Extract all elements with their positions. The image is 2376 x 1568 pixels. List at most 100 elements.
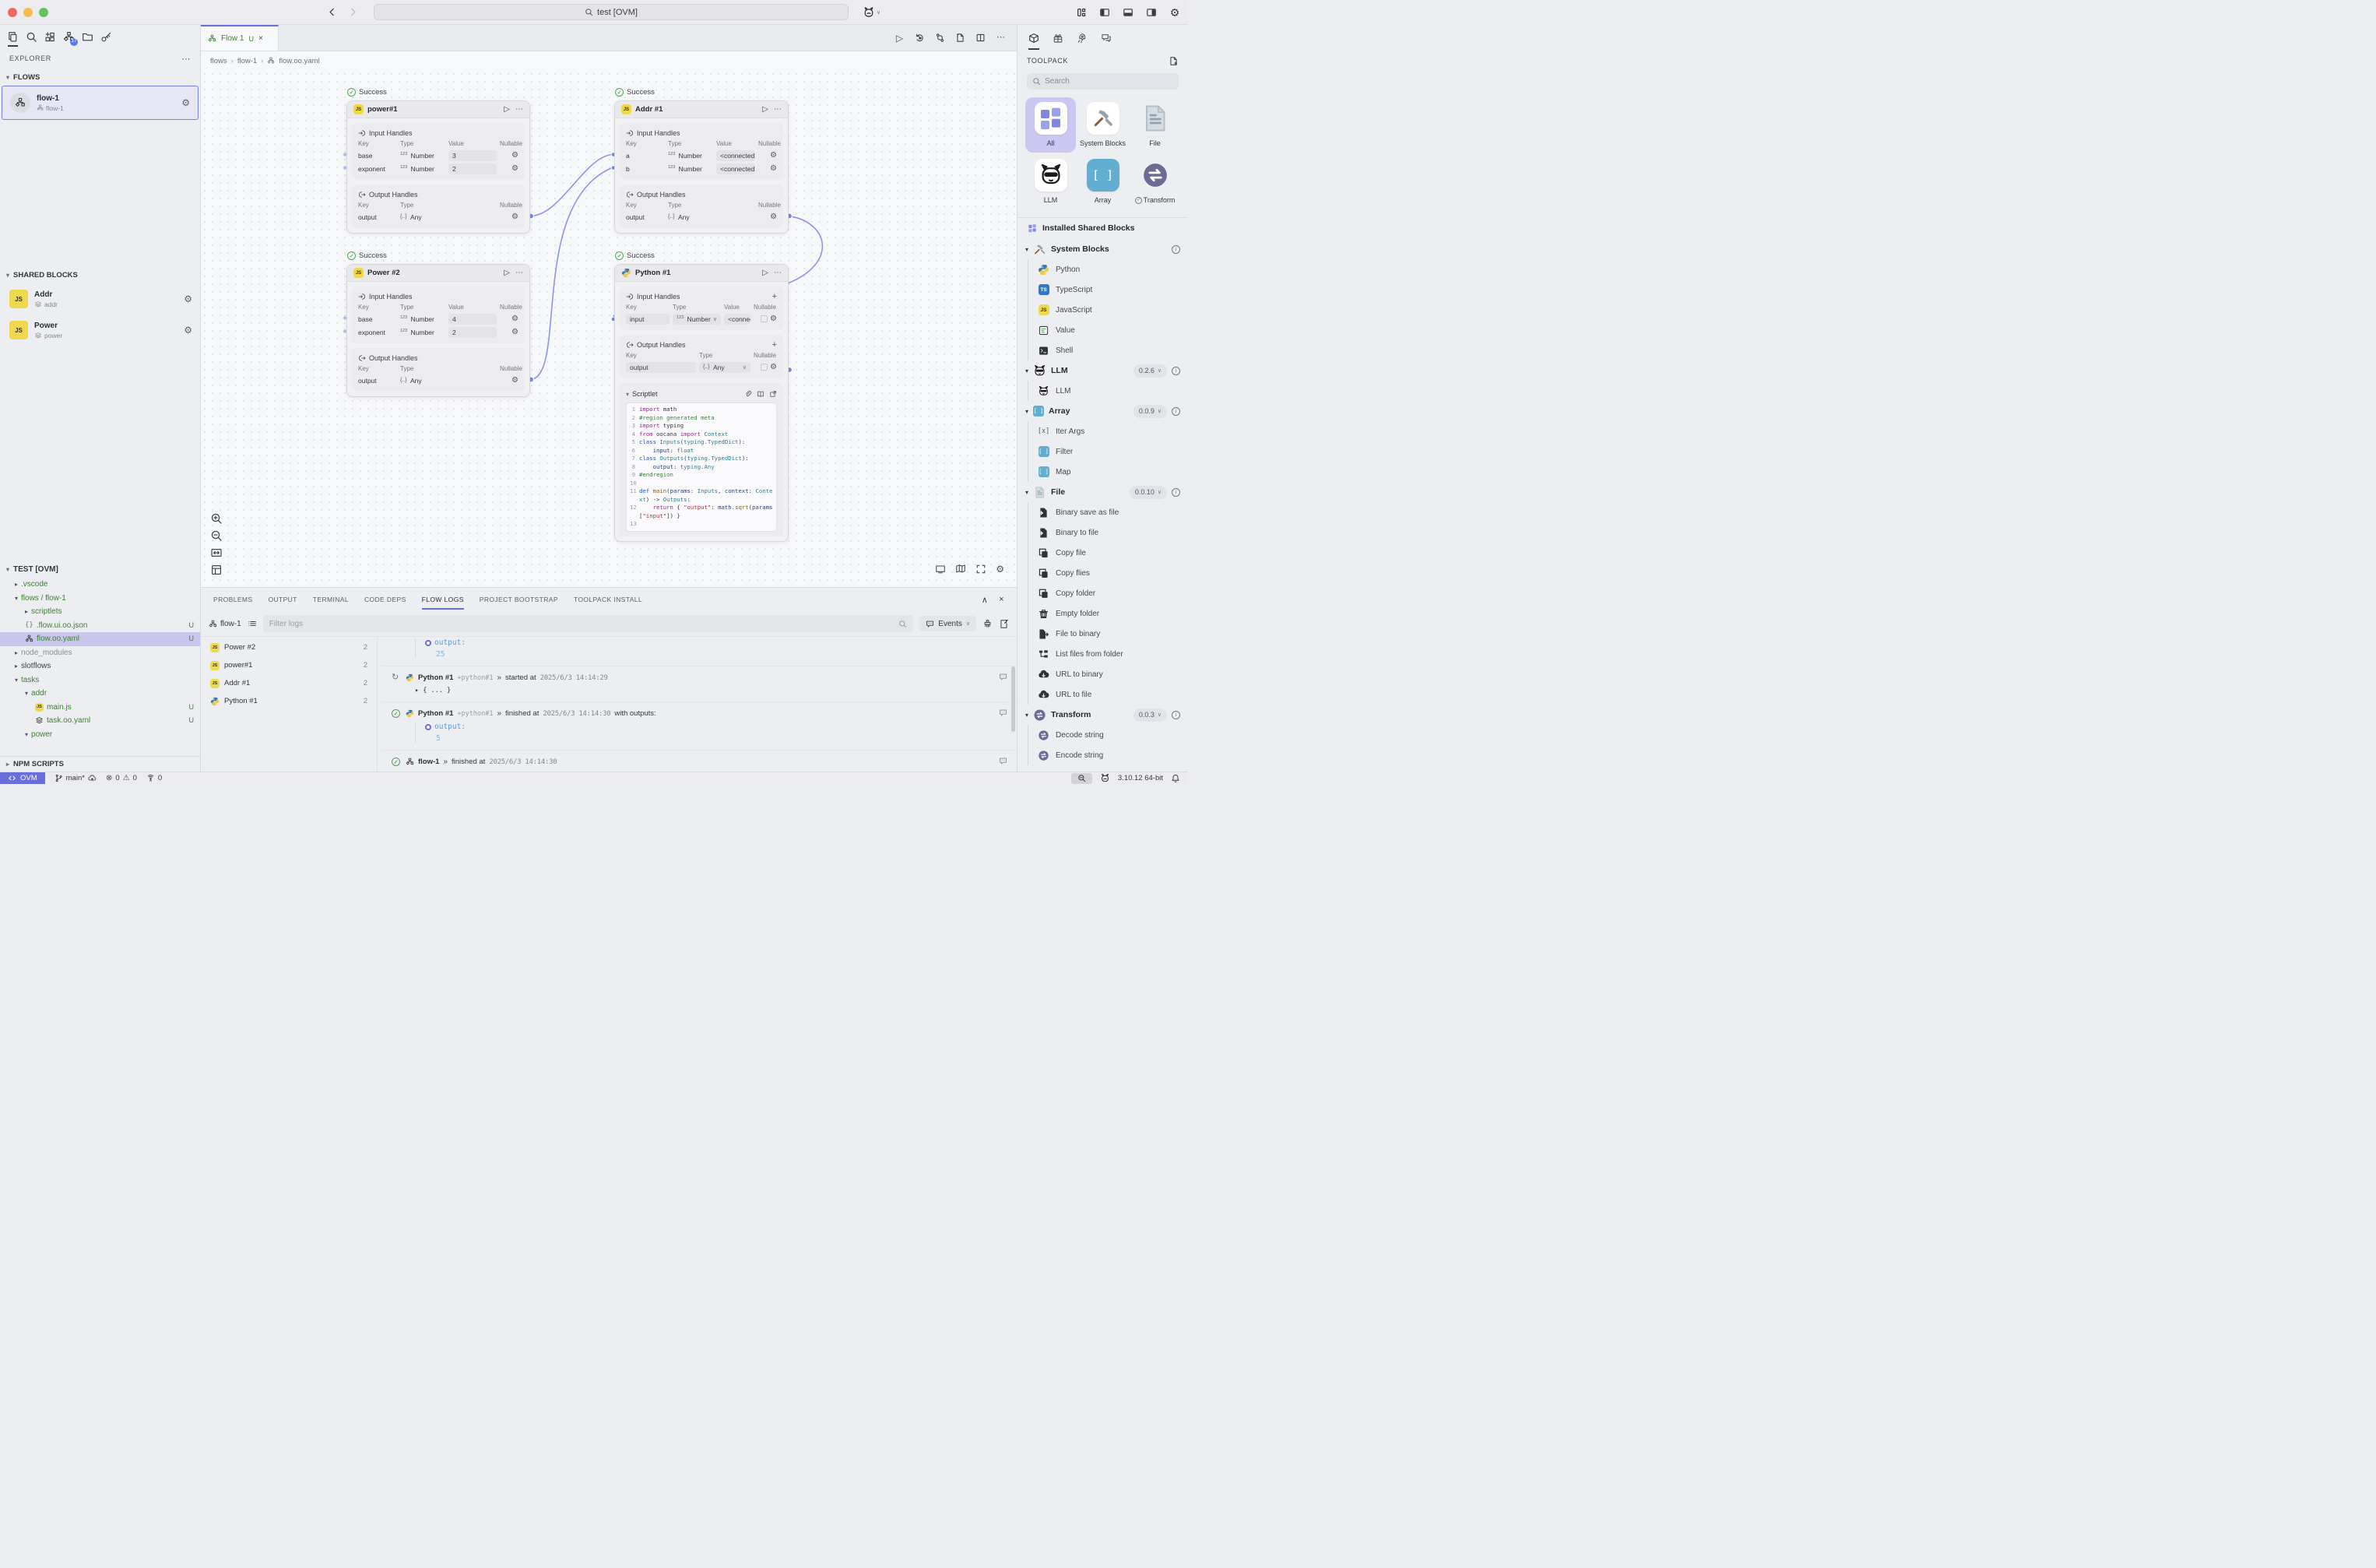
toolpack-item-Copy folder[interactable]: Copy folder	[1028, 583, 1188, 603]
toggle-left-panel-icon[interactable]	[1099, 7, 1110, 18]
zoom-status[interactable]	[1071, 773, 1092, 784]
log-source-Python #1[interactable]: Python #1 2	[201, 692, 377, 710]
flow-list-item[interactable]: flow-1 flow-1 ⚙	[2, 86, 199, 120]
gear-icon[interactable]: ⚙	[511, 151, 518, 160]
log-source-power#1[interactable]: JS power#1 2	[201, 656, 377, 674]
comment-icon[interactable]	[999, 708, 1007, 717]
flows-activity-icon[interactable]: 17	[63, 31, 75, 43]
chevron-down-icon[interactable]: ▾	[6, 566, 9, 573]
python-version-status[interactable]: 3.10.12 64-bit	[1118, 774, 1163, 782]
tree-item-.flow.ui.oo.json[interactable]: {}.flow.ui.oo.json U	[0, 619, 200, 633]
gear-icon[interactable]: ⚙	[511, 315, 518, 323]
zoom-out-icon[interactable]	[210, 529, 223, 542]
breadcrumb-item[interactable]: flows	[210, 57, 227, 65]
back-icon[interactable]	[327, 7, 337, 17]
version-select[interactable]: 0.0.10∨	[1130, 486, 1167, 499]
shared-block-item[interactable]: JS Addr addr ⚙	[0, 283, 200, 315]
chevron-down-icon[interactable]: ▾	[1025, 246, 1028, 253]
key-input[interactable]: output	[626, 362, 696, 373]
close-window-button[interactable]	[8, 8, 17, 17]
layout-table-icon[interactable]	[210, 564, 223, 576]
node-header[interactable]: JSpower#1 ▷ ⋯	[347, 101, 529, 118]
panel-tab-TOOLPACK INSTALL[interactable]: TOOLPACK INSTALL	[574, 596, 642, 603]
open-editor-icon[interactable]	[769, 390, 777, 398]
notifications-bell-icon[interactable]	[1171, 774, 1180, 783]
toolpack-search-input[interactable]: Search	[1027, 73, 1179, 90]
npm-scripts-header[interactable]: NPM SCRIPTS	[13, 760, 64, 768]
log-source-Power #2[interactable]: JS Power #2 2	[201, 638, 377, 656]
shared-block-item[interactable]: JS Power power ⚙	[0, 315, 200, 346]
tree-item-flow.oo.yaml[interactable]: flow.oo.yaml U	[0, 632, 200, 646]
toolpack-item-Copy flies[interactable]: Copy flies	[1028, 563, 1188, 583]
chevron-down-icon[interactable]: ▾	[1025, 367, 1028, 374]
extensions-activity-icon[interactable]	[44, 31, 56, 43]
close-icon[interactable]: ×	[258, 34, 263, 43]
node-more-icon[interactable]: ⋯	[515, 269, 523, 277]
nullable-checkbox[interactable]	[761, 315, 768, 322]
run-node-icon[interactable]: ▷	[504, 105, 510, 114]
toolpack-item-Encode string[interactable]: Encode string	[1028, 745, 1188, 765]
value-input[interactable]: <connected>	[724, 314, 750, 325]
search-activity-icon[interactable]	[26, 31, 37, 43]
toolpack-item-Python[interactable]: Python	[1028, 259, 1188, 279]
chevron-down-icon[interactable]: ▾	[6, 74, 9, 81]
toolpack-group-File[interactable]: ▾ File 0.0.10∨ i	[1018, 482, 1188, 502]
problems-status[interactable]: ⊗ 0 ⚠ 0	[106, 774, 137, 782]
more-actions-icon[interactable]: ⋯	[996, 33, 1006, 43]
type-select[interactable]: 123 Number∨	[673, 314, 721, 325]
new-toolpack-icon[interactable]	[1169, 56, 1179, 66]
node-header[interactable]: Python #1 ▷ ⋯	[615, 265, 788, 282]
tree-item-node_modules[interactable]: ▸node_modules	[0, 646, 200, 660]
docs-icon[interactable]	[757, 390, 764, 398]
tree-item-power[interactable]: ▾power	[0, 728, 200, 742]
fit-view-icon[interactable]	[210, 547, 223, 559]
chevron-right-icon[interactable]: ▸	[6, 761, 9, 768]
flow-node-Python #1[interactable]: ✓Success Python #1 ▷ ⋯ Input Handles+ Ke…	[614, 264, 789, 542]
node-more-icon[interactable]: ⋯	[774, 269, 782, 277]
log-entry[interactable]: ✓flow-1»finished at2025/6/3 14:14:30	[381, 751, 1017, 772]
toolpack-group-LLM[interactable]: ▾ LLM 0.2.6∨ i	[1018, 360, 1188, 381]
toolpack-item-Binary to file[interactable]: Binary to file	[1028, 522, 1188, 543]
minimap-icon[interactable]	[955, 564, 966, 575]
toolpack-item-Filter[interactable]: [ ]Filter	[1028, 441, 1188, 462]
toolpack-group-System Blocks[interactable]: ▾ System Blocks i	[1018, 239, 1188, 259]
toolpack-category-Transform[interactable]: ✓Transform	[1130, 154, 1180, 209]
toolpack-item-Map[interactable]: [ ]Map	[1028, 462, 1188, 482]
toggle-bottom-panel-icon[interactable]	[1123, 7, 1134, 18]
node-header[interactable]: JSAddr #1 ▷ ⋯	[615, 101, 788, 118]
key-activity-icon[interactable]	[100, 31, 112, 43]
chevron-down-icon[interactable]: ▾	[1025, 712, 1028, 719]
remote-indicator[interactable]: OVM	[0, 772, 45, 784]
flows-section-header[interactable]: FLOWS	[13, 73, 40, 82]
log-entry[interactable]: output: 25	[381, 637, 1017, 666]
info-icon[interactable]: i	[1172, 488, 1180, 497]
toolpack-category-All[interactable]: All	[1025, 97, 1076, 153]
run-node-icon[interactable]: ▷	[762, 105, 768, 114]
value-input[interactable]: <connected>	[716, 163, 755, 174]
chevron-down-icon[interactable]: ▾	[1025, 408, 1028, 415]
tree-item-flows / flow-1[interactable]: ▾flows / flow-1	[0, 592, 200, 606]
node-header[interactable]: JSPower #2 ▷ ⋯	[347, 265, 529, 282]
filter-logs-input[interactable]: Filter logs	[263, 615, 914, 632]
toggle-right-panel-icon[interactable]	[1146, 7, 1157, 18]
oocana-mascot-icon[interactable]	[1100, 773, 1110, 783]
node-more-icon[interactable]: ⋯	[515, 105, 523, 114]
version-select[interactable]: 0.0.3∨	[1134, 708, 1167, 722]
run-node-icon[interactable]: ▷	[762, 269, 768, 277]
add-output-icon[interactable]: +	[772, 340, 777, 350]
toolpack-group-Transform[interactable]: ▾ Transform 0.0.3∨ i	[1018, 705, 1188, 725]
node-more-icon[interactable]: ⋯	[774, 105, 782, 114]
toolpack-item-URL to binary[interactable]: URL to binary	[1028, 664, 1188, 684]
comment-icon[interactable]	[999, 673, 1007, 681]
gear-icon[interactable]: ⚙	[770, 213, 777, 221]
gear-icon[interactable]: ⚙	[770, 151, 777, 160]
shared-blocks-header[interactable]: SHARED BLOCKS	[13, 271, 78, 279]
breadcrumb-item[interactable]: flow-1	[237, 57, 257, 65]
type-select[interactable]: {..} Any∨	[699, 362, 750, 373]
screenshot-icon[interactable]	[935, 564, 946, 575]
toolpack-category-LLM[interactable]: LLM	[1025, 154, 1076, 209]
gear-icon[interactable]: ⚙	[184, 294, 192, 304]
nullable-checkbox[interactable]	[761, 364, 768, 371]
gear-icon[interactable]: ⚙	[770, 363, 777, 371]
rerun-icon[interactable]	[915, 33, 925, 43]
